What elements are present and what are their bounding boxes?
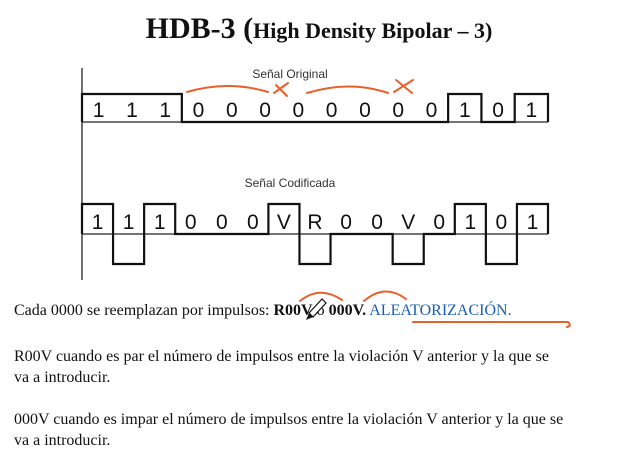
encoded-symbol-0: 1	[92, 211, 104, 234]
original-signal-caption: Señal Original	[252, 67, 327, 81]
original-symbol-7: 0	[326, 99, 338, 122]
original-symbol-5: 0	[259, 99, 271, 122]
original-symbol-8: 0	[359, 99, 371, 122]
000v-term: 000V.	[328, 302, 367, 319]
encoded-symbol-5: 0	[247, 211, 259, 234]
original-symbol-12: 0	[492, 99, 504, 122]
encoded-symbol-2: 1	[154, 211, 166, 234]
original-symbol-6: 0	[293, 99, 305, 122]
original-symbol-4: 0	[226, 99, 238, 122]
encoded-symbol-4: 0	[216, 211, 228, 234]
original-waveform	[80, 92, 550, 124]
000v-rule-line-2: va a introducir.	[14, 432, 111, 449]
encoded-symbol-14: 1	[527, 211, 539, 234]
paragraph-r00v-rule: R00V cuando es par el número de impulsos…	[14, 346, 549, 388]
encoded-symbol-9: 0	[371, 211, 383, 234]
annotation-underline	[412, 321, 571, 328]
encoded-symbol-6: V	[277, 211, 291, 234]
original-symbol-11: 1	[459, 99, 471, 122]
encoded-symbol-13: 0	[496, 211, 508, 234]
original-symbol-3: 0	[193, 99, 205, 122]
encoded-symbol-11: 0	[433, 211, 445, 234]
original-symbol-10: 0	[426, 99, 438, 122]
encoded-symbol-10: V	[401, 211, 415, 234]
aleatorizacion-term: ALEATORIZACIÓN.	[369, 302, 512, 319]
or-text: o	[312, 302, 329, 319]
paragraph-000v-rule: 000V cuando es impar el número de impuls…	[14, 409, 563, 451]
original-symbol-1: 1	[126, 99, 138, 122]
original-bits: 11100000000101	[93, 99, 537, 122]
encoded-bits: 111000VR00V0101	[92, 211, 539, 234]
original-symbol-9: 0	[392, 99, 404, 122]
encoded-signal-caption: Señal Codificada	[245, 176, 336, 190]
replacement-text: Cada 0000 se reemplazan por impulsos:	[14, 302, 274, 319]
original-symbol-13: 1	[526, 99, 538, 122]
r00v-term: R00V	[273, 302, 313, 319]
encoded-symbol-8: 0	[340, 211, 352, 234]
paragraph-replacement: Cada 0000 se reemplazan por impulsos: R0…	[14, 300, 512, 321]
000v-rule-line-1: 000V cuando es impar el número de impuls…	[14, 411, 564, 428]
annotation-arc-2	[306, 85, 389, 94]
original-symbol-0: 1	[93, 99, 105, 122]
encoded-symbol-1: 1	[123, 211, 135, 234]
original-symbol-2: 1	[159, 99, 171, 122]
annotation-cross-1	[273, 82, 289, 97]
r00v-rule-line-1: R00V cuando es par el número de impulsos…	[14, 348, 549, 365]
annotation-cross-2	[393, 79, 414, 94]
annotation-arc-1	[186, 85, 269, 93]
encoded-symbol-3: 0	[185, 211, 197, 234]
r00v-rule-line-2: va a introducir.	[14, 369, 111, 386]
encoded-symbol-7: R	[307, 211, 322, 234]
hdb3-diagram: Señal Original 11100000000101 Señal Codi…	[80, 67, 550, 280]
encoded-symbol-12: 1	[464, 211, 476, 234]
